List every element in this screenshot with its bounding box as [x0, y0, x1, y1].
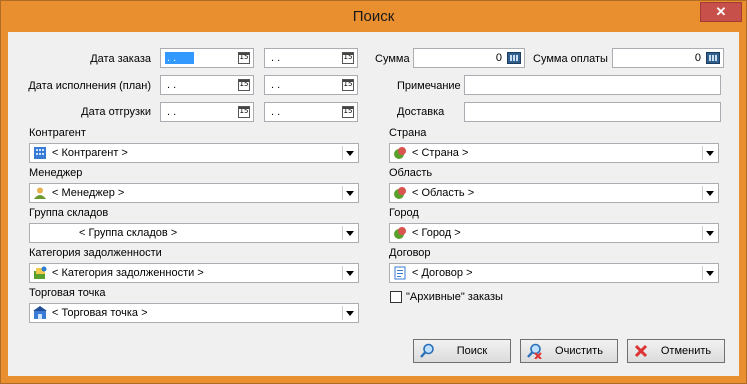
debt-category-value: < Категория задолженности >	[52, 267, 204, 279]
country-label: Страна	[389, 127, 427, 139]
delivery-input[interactable]	[464, 102, 721, 122]
chevron-down-icon[interactable]	[702, 146, 716, 160]
sum-label: Сумма	[375, 53, 410, 65]
paid-sum-label: Сумма оплаты	[533, 53, 608, 65]
archive-checkbox[interactable]	[390, 291, 402, 303]
warehouse-group-value: < Группа складов >	[79, 227, 178, 239]
sum-value: 0	[495, 52, 502, 64]
order-date-label: Дата заказа	[90, 53, 151, 65]
chevron-down-icon[interactable]	[702, 186, 716, 200]
country-select[interactable]: < Страна >	[389, 143, 719, 163]
execution-date-from[interactable]: . . 15	[160, 75, 254, 95]
calendar-icon[interactable]: 15	[342, 106, 354, 118]
delivery-label: Доставка	[397, 106, 445, 118]
user-icon	[34, 187, 46, 199]
city-value: < Город >	[412, 227, 461, 239]
geo-icon	[394, 187, 406, 199]
paid-sum-field[interactable]: 0	[612, 48, 724, 68]
execution-date-to-value: . .	[271, 79, 281, 91]
contract-label: Договор	[389, 247, 431, 259]
chevron-down-icon[interactable]	[702, 266, 716, 280]
calculator-icon[interactable]	[706, 52, 720, 64]
debt-category-select[interactable]: < Категория задолженности >	[29, 263, 359, 283]
contractor-select[interactable]: < Контрагент >	[29, 143, 359, 163]
sum-field[interactable]: 0	[413, 48, 525, 68]
outlet-select[interactable]: < Торговая точка >	[29, 303, 359, 323]
title-bar: Поиск ✕	[1, 1, 746, 32]
store-icon	[33, 306, 47, 319]
window-title: Поиск	[352, 8, 395, 25]
execution-date-to[interactable]: . . 15	[264, 75, 358, 95]
order-date-from-value: . .	[165, 52, 195, 64]
warehouse-group-label: Группа складов	[29, 207, 109, 219]
shipment-date-from[interactable]: . . 15	[160, 102, 254, 122]
region-label: Область	[389, 167, 433, 179]
clear-button[interactable]: Очистить	[520, 339, 618, 363]
chevron-down-icon[interactable]	[342, 266, 356, 280]
chevron-down-icon[interactable]	[342, 146, 356, 160]
manager-select[interactable]: < Менеджер >	[29, 183, 359, 203]
execution-date-label: Дата исполнения (план)	[28, 80, 151, 92]
close-button[interactable]: ✕	[700, 2, 742, 22]
country-value: < Страна >	[412, 147, 469, 159]
category-icon	[34, 266, 47, 279]
note-label: Примечание	[397, 80, 461, 92]
region-select[interactable]: < Область >	[389, 183, 719, 203]
calculator-icon[interactable]	[507, 52, 521, 64]
building-icon	[34, 147, 46, 159]
manager-value: < Менеджер >	[52, 187, 125, 199]
geo-icon	[394, 227, 406, 239]
search-button-label: Поиск	[456, 345, 488, 357]
execution-date-from-value: . .	[167, 79, 177, 91]
document-icon	[394, 266, 406, 280]
calendar-icon[interactable]: 15	[342, 79, 354, 91]
cancel-icon	[634, 344, 648, 358]
order-date-from[interactable]: . . 15	[160, 48, 254, 68]
shipment-date-label: Дата отгрузки	[81, 106, 151, 118]
cancel-button[interactable]: Отменить	[627, 339, 725, 363]
clear-search-icon	[527, 343, 542, 359]
chevron-down-icon[interactable]	[342, 226, 356, 240]
shipment-date-to-value: . .	[271, 106, 281, 118]
note-input[interactable]	[464, 75, 721, 95]
contract-select[interactable]: < Договор >	[389, 263, 719, 283]
close-icon: ✕	[715, 4, 727, 19]
cancel-button-label: Отменить	[660, 345, 712, 357]
contractor-label: Контрагент	[29, 127, 86, 139]
debt-category-label: Категория задолженности	[29, 247, 162, 259]
calendar-icon[interactable]: 15	[342, 52, 354, 64]
outlet-label: Торговая точка	[29, 287, 106, 299]
calendar-icon[interactable]: 15	[238, 52, 250, 64]
shipment-date-from-value: . .	[167, 106, 177, 118]
outlet-value: < Торговая точка >	[52, 307, 148, 319]
chevron-down-icon[interactable]	[342, 186, 356, 200]
search-dialog: Поиск ✕ Дата заказа . . 15 . . 15 Дата и…	[0, 0, 747, 384]
contract-value: < Договор >	[412, 267, 473, 279]
search-button[interactable]: Поиск	[413, 339, 511, 363]
calendar-icon[interactable]: 15	[238, 106, 250, 118]
city-select[interactable]: < Город >	[389, 223, 719, 243]
city-label: Город	[389, 207, 419, 219]
contractor-value: < Контрагент >	[52, 147, 128, 159]
warehouse-group-select[interactable]: < Группа складов >	[29, 223, 359, 243]
chevron-down-icon[interactable]	[702, 226, 716, 240]
order-date-to[interactable]: . . 15	[264, 48, 358, 68]
order-date-to-value: . .	[271, 52, 281, 64]
magnifier-icon	[420, 343, 434, 358]
paid-sum-value: 0	[694, 52, 701, 64]
manager-label: Менеджер	[29, 167, 83, 179]
geo-icon	[394, 147, 406, 159]
calendar-icon[interactable]: 15	[238, 79, 250, 91]
dialog-body: Дата заказа . . 15 . . 15 Дата исполнени…	[8, 32, 739, 376]
chevron-down-icon[interactable]	[342, 306, 356, 320]
region-value: < Область >	[412, 187, 475, 199]
shipment-date-to[interactable]: . . 15	[264, 102, 358, 122]
clear-button-label: Очистить	[555, 345, 603, 357]
archive-label: "Архивные" заказы	[406, 291, 503, 303]
